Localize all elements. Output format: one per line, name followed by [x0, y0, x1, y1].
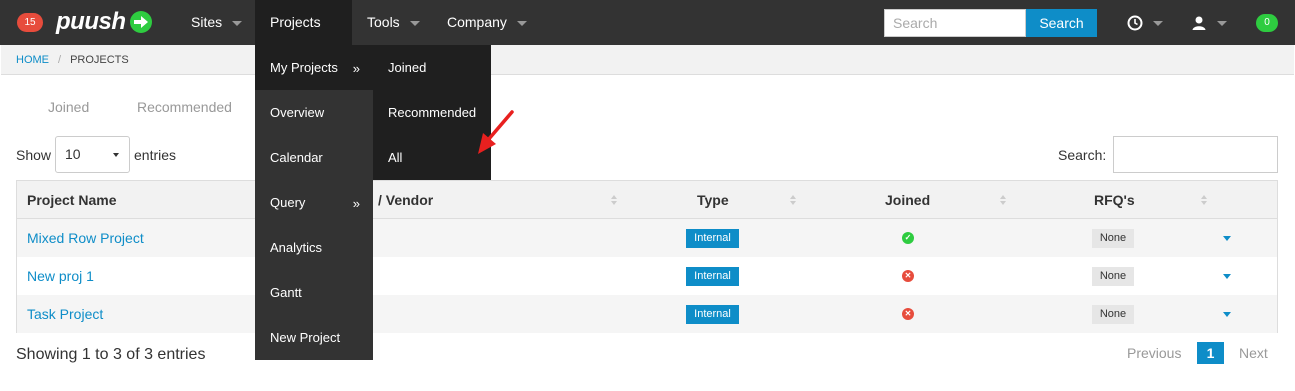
rfq-badge: None: [1092, 229, 1134, 248]
breadcrumb: HOME / PROJECTS: [1, 45, 1294, 75]
show-label: Show: [16, 147, 52, 163]
sort-icon[interactable]: [611, 195, 617, 205]
page-size-select[interactable]: 10: [55, 136, 130, 173]
nav-company-label: Company: [447, 14, 507, 30]
x-circle-icon: ✕: [902, 270, 914, 282]
submenu-arrow-icon: »: [352, 196, 360, 211]
notification-badge[interactable]: 15: [17, 13, 43, 32]
projects-table: Project Name / Vendor Type Joined RFQ's …: [16, 180, 1278, 333]
sort-icon[interactable]: [1000, 195, 1006, 205]
search-input[interactable]: Search: [884, 9, 1026, 37]
table-row: Mixed Row Project Internal ✓ None: [17, 219, 1277, 257]
history-menu[interactable]: [1127, 12, 1163, 34]
nav-projects-label: Projects: [270, 14, 321, 30]
type-badge: Internal: [686, 229, 739, 248]
nav-projects[interactable]: Projects: [255, 0, 352, 71]
menu-item-label: Query: [270, 195, 306, 210]
table-search-label: Search:: [1058, 147, 1107, 163]
user-menu[interactable]: [1191, 12, 1227, 34]
logo-arrow-icon: [129, 11, 152, 33]
menu-item-my-projects[interactable]: My Projects »: [255, 45, 373, 90]
user-icon: [1192, 16, 1206, 30]
menu-item-label: My Projects: [270, 60, 338, 75]
search-button[interactable]: Search: [1026, 9, 1097, 37]
annotation-arrow-icon: [478, 110, 514, 154]
chevron-down-icon: [113, 153, 119, 157]
menu-item-new-project[interactable]: New Project: [255, 315, 373, 360]
table-info: Showing 1 to 3 of 3 entries: [16, 346, 206, 363]
chevron-down-icon: [1153, 20, 1163, 26]
check-circle-icon: ✓: [902, 232, 914, 244]
menu-item-overview[interactable]: Overview: [255, 90, 373, 135]
breadcrumb-separator: /: [58, 54, 62, 66]
nav-sites[interactable]: Sites: [191, 0, 243, 45]
table-row: New proj 1 Internal ✕ None: [17, 257, 1277, 295]
menu-item-gantt[interactable]: Gantt: [255, 270, 373, 315]
project-name-link[interactable]: Mixed Row Project: [27, 230, 144, 246]
page-size-value: 10: [65, 146, 81, 162]
pagination-page-current[interactable]: 1: [1197, 342, 1224, 364]
entries-label: entries: [134, 147, 177, 163]
type-badge: Internal: [686, 267, 739, 286]
pagination-next[interactable]: Next: [1239, 345, 1268, 361]
chevron-down-icon: [409, 20, 420, 26]
rfq-badge: None: [1092, 305, 1134, 324]
submenu-item-joined[interactable]: Joined: [373, 45, 491, 90]
header-project-name[interactable]: Project Name: [27, 181, 116, 219]
sort-icon[interactable]: [790, 195, 796, 205]
x-circle-icon: ✕: [902, 308, 914, 320]
header-joined[interactable]: Joined: [885, 181, 930, 219]
chevron-down-icon: [232, 20, 243, 26]
menu-item-query[interactable]: Query »: [255, 180, 373, 225]
rfq-badge: None: [1092, 267, 1134, 286]
top-navbar: 15 puush Sites Projects Tools Company Se…: [0, 0, 1295, 71]
tab-recommended[interactable]: Recommended: [137, 99, 232, 115]
nav-tools[interactable]: Tools: [367, 0, 420, 45]
menu-item-analytics[interactable]: Analytics: [255, 225, 373, 270]
project-name-link[interactable]: New proj 1: [27, 268, 94, 284]
sort-icon[interactable]: [1201, 195, 1207, 205]
logo[interactable]: puush: [56, 6, 153, 38]
submenu-arrow-icon: »: [352, 61, 360, 76]
row-actions-chevron-icon[interactable]: [1223, 312, 1231, 317]
header-vendor[interactable]: / Vendor: [378, 181, 433, 219]
type-badge: Internal: [686, 305, 739, 324]
header-rfqs[interactable]: RFQ's: [1094, 181, 1135, 219]
nav-tools-label: Tools: [367, 14, 400, 30]
row-actions-chevron-icon[interactable]: [1223, 236, 1231, 241]
projects-dropdown-menu: My Projects » Overview Calendar Query » An…: [255, 45, 373, 360]
nav-company[interactable]: Company: [447, 0, 527, 45]
pagination-previous[interactable]: Previous: [1127, 345, 1181, 361]
project-name-link[interactable]: Task Project: [27, 306, 103, 322]
message-badge[interactable]: 0: [1256, 14, 1278, 32]
table-header: Project Name / Vendor Type Joined RFQ's: [17, 181, 1277, 219]
menu-item-calendar[interactable]: Calendar: [255, 135, 373, 180]
breadcrumb-current: PROJECTS: [70, 54, 129, 66]
clock-icon: [1127, 15, 1143, 31]
logo-text: puush: [56, 8, 126, 35]
chevron-down-icon: [1217, 20, 1227, 26]
table-row: Task Project Internal ✕ None: [17, 295, 1277, 333]
row-actions-chevron-icon[interactable]: [1223, 274, 1231, 279]
header-type[interactable]: Type: [697, 181, 729, 219]
breadcrumb-home[interactable]: HOME: [16, 54, 49, 66]
table-search-input[interactable]: [1113, 136, 1278, 173]
tab-joined[interactable]: Joined: [48, 99, 89, 115]
nav-sites-label: Sites: [191, 14, 223, 30]
chevron-down-icon: [516, 20, 527, 26]
